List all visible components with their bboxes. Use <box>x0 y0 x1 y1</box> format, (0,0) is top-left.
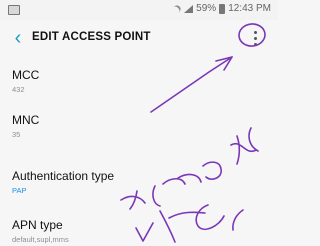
setting-value: default,supl,mms <box>12 235 69 244</box>
battery-percent: 59% <box>196 3 217 14</box>
page-title: EDIT ACCESS POINT <box>32 31 151 43</box>
status-bar: 59% 12:43 PM <box>0 0 278 20</box>
setting-value: 432 <box>12 85 25 94</box>
toolbar: ‹ EDIT ACCESS POINT <box>0 20 278 56</box>
more-vert-icon[interactable] <box>250 30 260 48</box>
signal-icon <box>184 4 194 13</box>
setting-value: PAP <box>12 186 27 195</box>
settings-list: MCC 432 MNC 35 Authentication type PAP A… <box>0 64 278 246</box>
wifi-icon <box>171 5 181 13</box>
setting-label: MCC <box>12 68 40 82</box>
setting-row-mnc[interactable]: MNC 35 <box>0 113 278 153</box>
android-settings-screen: 59% 12:43 PM ‹ EDIT ACCESS POINT MCC 432… <box>0 0 278 246</box>
setting-label: Authentication type <box>12 169 115 183</box>
setting-value: 35 <box>12 130 21 139</box>
status-time: 12:43 PM <box>228 3 271 14</box>
setting-row-authentication-type[interactable]: Authentication type PAP <box>0 169 278 209</box>
notification-icon <box>8 5 20 15</box>
setting-row-apn-type[interactable]: APN type default,supl,mms <box>0 218 278 246</box>
status-right-group: 59% 12:43 PM <box>171 3 271 14</box>
setting-label: APN type <box>12 218 63 232</box>
battery-icon <box>219 3 226 14</box>
setting-row-mcc[interactable]: MCC 432 <box>0 68 278 108</box>
setting-label: MNC <box>12 113 40 127</box>
chevron-left-icon[interactable]: ‹ <box>9 28 27 48</box>
